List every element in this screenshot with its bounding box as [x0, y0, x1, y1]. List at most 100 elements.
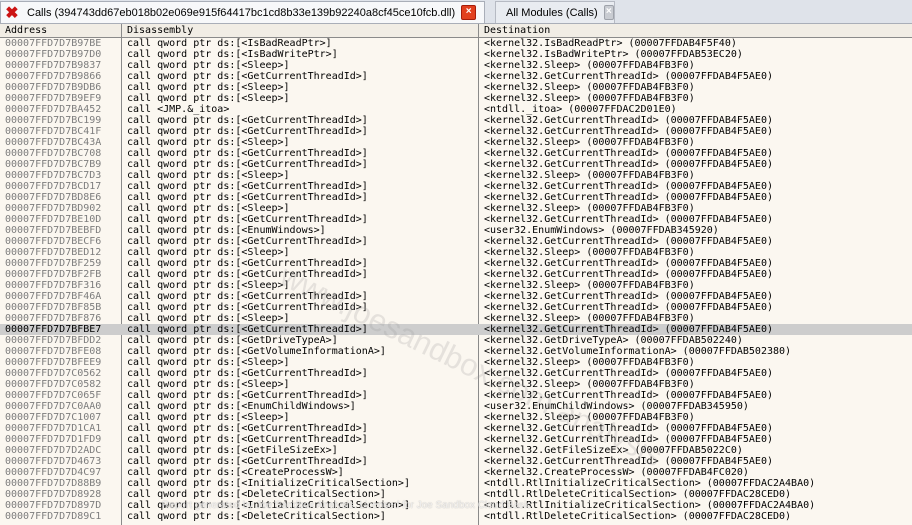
row-destination: <kernel32.Sleep> (00007FFDAB4FB3F0): [484, 93, 695, 104]
row-disassembly: call qword ptr ds:[<GetCurrentThreadId>]: [127, 159, 368, 170]
row-disassembly: call qword ptr ds:[<GetCurrentThreadId>]: [127, 181, 368, 192]
column-header-destination[interactable]: Destination: [479, 24, 912, 37]
row-disassembly: call qword ptr ds:[<Sleep>]: [127, 379, 290, 390]
row-address: 00007FFD7D7D897D: [5, 500, 102, 511]
row-address: 00007FFD7D7B9837: [5, 60, 102, 71]
row-address: 00007FFD7D7BC708: [5, 148, 102, 159]
row-address: 00007FFD7D7C0562: [5, 368, 102, 379]
row-disassembly: call qword ptr ds:[<Sleep>]: [127, 357, 290, 368]
row-address: 00007FFD7D7BF2FB: [5, 269, 102, 280]
row-address: 00007FFD7D7D89C1: [5, 511, 102, 522]
table-row[interactable]: 00007FFD7D7B9DB6 call qword ptr ds:[<Slee…: [0, 82, 912, 93]
row-address: 00007FFD7D7BF85B: [5, 302, 102, 313]
row-disassembly: call qword ptr ds:[<IsBadWritePtr>]: [127, 49, 338, 60]
column-header-address[interactable]: Address: [0, 24, 122, 37]
table-row[interactable]: 00007FFD7D7D88B9 call qword ptr ds:[<Init…: [0, 478, 912, 489]
table-row[interactable]: 00007FFD7D7BC708 call qword ptr ds:[<GetC…: [0, 148, 912, 159]
table-row[interactable]: 00007FFD7D7BED12 call qword ptr ds:[<Slee…: [0, 247, 912, 258]
table-row[interactable]: 00007FFD7D7BFDD2 call qword ptr ds:[<GetD…: [0, 335, 912, 346]
row-destination: <kernel32.Sleep> (00007FFDAB4FB3F0): [484, 203, 695, 214]
row-disassembly: call qword ptr ds:[<InitializeCriticalSe…: [127, 478, 410, 489]
row-address: 00007FFD7D7D2ADC: [5, 445, 102, 456]
table-row[interactable]: 00007FFD7D7BF2FB call qword ptr ds:[<GetC…: [0, 269, 912, 280]
table-row[interactable]: 00007FFD7D7D4C97 call qword ptr ds:[<Crea…: [0, 467, 912, 478]
row-destination: <kernel32.GetVolumeInformationA> (00007F…: [484, 346, 792, 357]
table-row[interactable]: 00007FFD7D7BFE08 call qword ptr ds:[<GetV…: [0, 346, 912, 357]
row-address: 00007FFD7D7B9866: [5, 71, 102, 82]
tab-calls[interactable]: ✖ Calls (394743dd67eb018b02e069e915f6441…: [0, 1, 485, 23]
table-row[interactable]: 00007FFD7D7BC199 call qword ptr ds:[<GetC…: [0, 115, 912, 126]
row-destination: <kernel32.IsBadReadPtr> (00007FFDAB4F5F4…: [484, 38, 737, 49]
table-row[interactable]: 00007FFD7D7BF259 call qword ptr ds:[<GetC…: [0, 258, 912, 269]
row-disassembly: call qword ptr ds:[<GetCurrentThreadId>]: [127, 148, 368, 159]
table-row[interactable]: 00007FFD7D7D1CA1 call qword ptr ds:[<GetC…: [0, 423, 912, 434]
table-row[interactable]: 00007FFD7D7BF46A call qword ptr ds:[<GetC…: [0, 291, 912, 302]
close-tab-calls-icon[interactable]: ×: [461, 5, 477, 20]
table-row[interactable]: 00007FFD7D7C0AA0 call qword ptr ds:[<Enum…: [0, 401, 912, 412]
table-row[interactable]: 00007FFD7D7B9866 call qword ptr ds:[<GetC…: [0, 71, 912, 82]
table-row[interactable]: 00007FFD7D7BF876 call qword ptr ds:[<Slee…: [0, 313, 912, 324]
table-row[interactable]: 00007FFD7D7BEBFD call qword ptr ds:[<Enum…: [0, 225, 912, 236]
table-row[interactable]: 00007FFD7D7D1FD9 call qword ptr ds:[<GetC…: [0, 434, 912, 445]
row-destination: <kernel32.GetCurrentThreadId> (00007FFDA…: [484, 214, 773, 225]
table-row[interactable]: 00007FFD7D7B97BE call qword ptr ds:[<IsBa…: [0, 38, 912, 49]
table-row[interactable]: 00007FFD7D7D89C1 call qword ptr ds:[<Dele…: [0, 511, 912, 522]
row-address: 00007FFD7D7BA452: [5, 104, 102, 115]
table-row[interactable]: 00007FFD7D7BF316 call qword ptr ds:[<Slee…: [0, 280, 912, 291]
row-destination: <user32.EnumChildWindows> (00007FFDAB345…: [484, 401, 749, 412]
table-row[interactable]: 00007FFD7D7D2ADC call qword ptr ds:[<GetF…: [0, 445, 912, 456]
table-row[interactable]: 00007FFD7D7BE10D call qword ptr ds:[<GetC…: [0, 214, 912, 225]
row-disassembly: call qword ptr ds:[<DeleteCriticalSectio…: [127, 511, 386, 522]
tab-bar: ✖ Calls (394743dd67eb018b02e069e915f6441…: [0, 0, 912, 24]
table-header: Address Disassembly Destination: [0, 24, 912, 38]
table-row[interactable]: 00007FFD7D7BC7D3 call qword ptr ds:[<Slee…: [0, 170, 912, 181]
tab-all-modules[interactable]: All Modules (Calls) ×: [495, 1, 615, 23]
table-row[interactable]: 00007FFD7D7C0582 call qword ptr ds:[<Slee…: [0, 379, 912, 390]
row-address: 00007FFD7D7BFEE9: [5, 357, 102, 368]
row-destination: <ntdll._itoa> (00007FFDAC2D01E0): [484, 104, 677, 115]
row-disassembly: call <JMP.&_itoa>: [127, 104, 230, 115]
row-disassembly: call qword ptr ds:[<Sleep>]: [127, 203, 290, 214]
table-row[interactable]: 00007FFD7D7BD902 call qword ptr ds:[<Slee…: [0, 203, 912, 214]
table-row[interactable]: 00007FFD7D7D4673 call qword ptr ds:[<GetC…: [0, 456, 912, 467]
table-row[interactable]: 00007FFD7D7BF85B call qword ptr ds:[<GetC…: [0, 302, 912, 313]
debugger-icon: ✖: [5, 4, 19, 22]
column-header-disassembly[interactable]: Disassembly: [122, 24, 479, 37]
row-disassembly: call qword ptr ds:[<GetVolumeInformation…: [127, 346, 386, 357]
close-tab-modules-icon[interactable]: ×: [603, 5, 614, 20]
row-address: 00007FFD7D7BED12: [5, 247, 102, 258]
row-destination: <kernel32.IsBadWritePtr> (00007FFDAB53EC…: [484, 49, 743, 60]
table-row[interactable]: 00007FFD7D7C065F call qword ptr ds:[<GetC…: [0, 390, 912, 401]
row-address: 00007FFD7D7B9DB6: [5, 82, 102, 93]
row-address: 00007FFD7D7BFBE7: [5, 324, 102, 335]
row-destination: <kernel32.Sleep> (00007FFDAB4FB3F0): [484, 82, 695, 93]
row-destination: <kernel32.GetCurrentThreadId> (00007FFDA…: [484, 324, 773, 335]
row-destination: <kernel32.Sleep> (00007FFDAB4FB3F0): [484, 170, 695, 181]
row-disassembly: call qword ptr ds:[<Sleep>]: [127, 247, 290, 258]
tab-all-modules-label: All Modules (Calls): [506, 6, 598, 19]
table-row[interactable]: 00007FFD7D7C1007 call qword ptr ds:[<Slee…: [0, 412, 912, 423]
table-row[interactable]: 00007FFD7D7B9EF9 call qword ptr ds:[<Slee…: [0, 93, 912, 104]
table-row[interactable]: 00007FFD7D7B97D0 call qword ptr ds:[<IsBa…: [0, 49, 912, 60]
table-row[interactable]: 00007FFD7D7BCD17 call qword ptr ds:[<GetC…: [0, 181, 912, 192]
table-row-selected[interactable]: 00007FFD7D7BFBE7 call qword ptr ds:[<GetC…: [0, 324, 912, 335]
table-row[interactable]: 00007FFD7D7BC41F call qword ptr ds:[<GetC…: [0, 126, 912, 137]
row-destination: <ntdll.RtlDeleteCriticalSection> (00007F…: [484, 511, 792, 522]
row-disassembly: call qword ptr ds:[<GetCurrentThreadId>]: [127, 71, 368, 82]
row-destination: <kernel32.Sleep> (00007FFDAB4FB3F0): [484, 60, 695, 71]
row-destination: <kernel32.GetCurrentThreadId> (00007FFDA…: [484, 181, 773, 192]
row-address: 00007FFD7D7B9EF9: [5, 93, 102, 104]
row-address: 00007FFD7D7BE10D: [5, 214, 102, 225]
table-row[interactable]: 00007FFD7D7BA452 call <JMP.&_itoa> <ntdll.…: [0, 104, 912, 115]
table-row[interactable]: 00007FFD7D7BECF6 call qword ptr ds:[<GetC…: [0, 236, 912, 247]
table-row[interactable]: 00007FFD7D7D8928 call qword ptr ds:[<Dele…: [0, 489, 912, 500]
table-row[interactable]: 00007FFD7D7D897D call qword ptr ds:[<Init…: [0, 500, 912, 511]
table-row[interactable]: 00007FFD7D7BC43A call qword ptr ds:[<Slee…: [0, 137, 912, 148]
table-row[interactable]: 00007FFD7D7C0562 call qword ptr ds:[<GetC…: [0, 368, 912, 379]
row-disassembly: call qword ptr ds:[<GetFileSizeEx>]: [127, 445, 338, 456]
row-address: 00007FFD7D7BF259: [5, 258, 102, 269]
table-row[interactable]: 00007FFD7D7B9837 call qword ptr ds:[<Slee…: [0, 60, 912, 71]
table-row[interactable]: 00007FFD7D7BFEE9 call qword ptr ds:[<Slee…: [0, 357, 912, 368]
table-row[interactable]: 00007FFD7D7BD8E6 call qword ptr ds:[<GetC…: [0, 192, 912, 203]
table-row[interactable]: 00007FFD7D7BC7B9 call qword ptr ds:[<GetC…: [0, 159, 912, 170]
